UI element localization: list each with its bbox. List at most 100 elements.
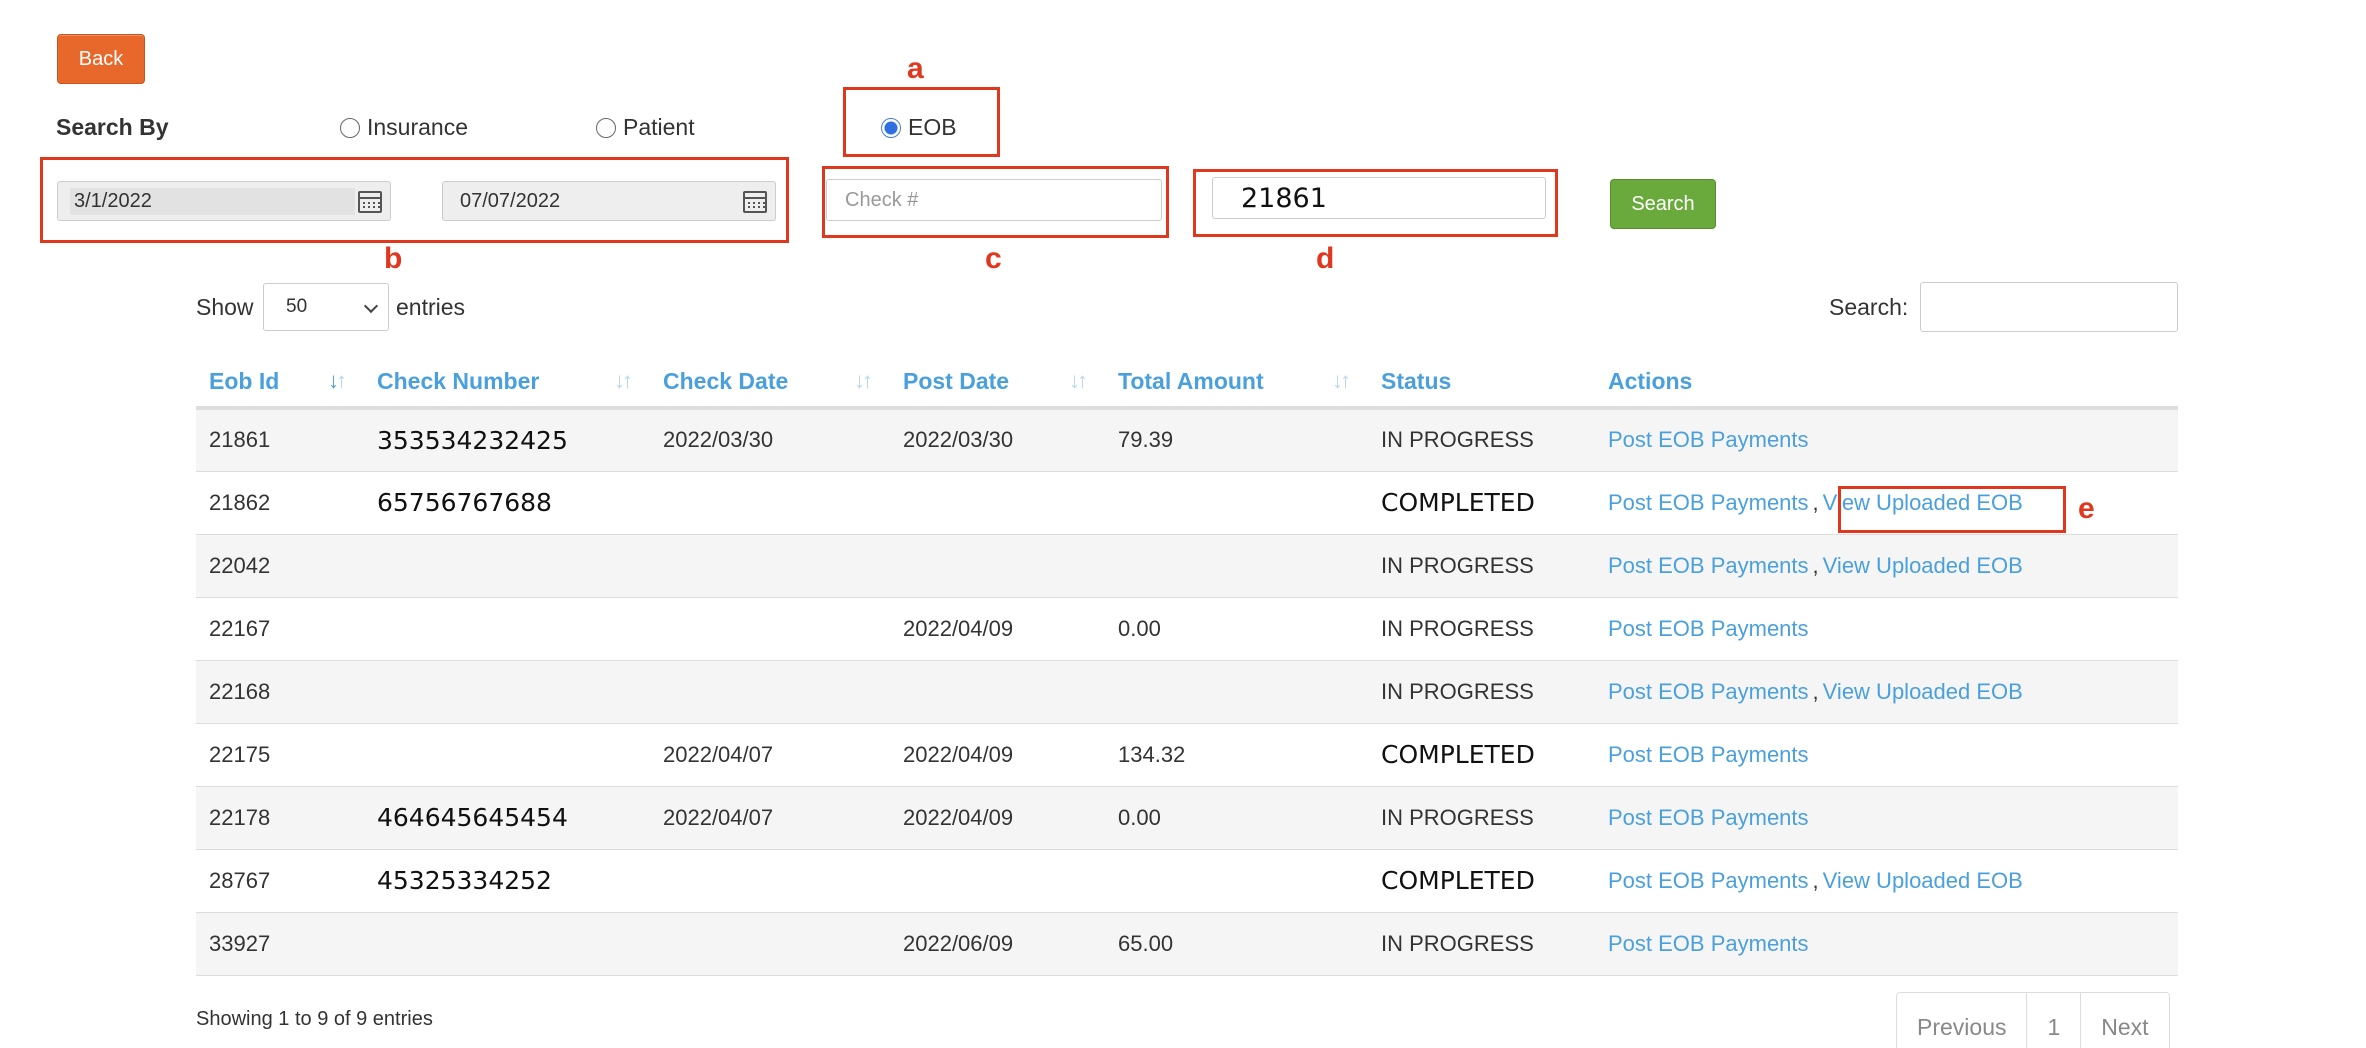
table-row: 22178 464645645454 2022/04/07 2022/04/09 0.0… xyxy=(196,786,2178,850)
cell-eob-id: 21861 xyxy=(196,408,364,472)
eob-table: Eob Id Check Number Check Date Post Date… xyxy=(196,356,2178,976)
status-value: IN PROGRESS xyxy=(1381,615,1534,641)
col-header-eob-id[interactable]: Eob Id xyxy=(196,356,364,410)
cell-total-amount xyxy=(1105,849,1368,913)
view-uploaded-eob-link[interactable]: View Uploaded EOB xyxy=(1823,553,2023,578)
cell-status: IN PROGRESS xyxy=(1368,660,1595,724)
table-row: 22175 2022/04/07 2022/04/09 134.32 COMPLETED… xyxy=(196,723,2178,787)
cell-total-amount: 79.39 xyxy=(1105,408,1368,472)
cell-actions: Post EOB Payments, View Uploaded EOB xyxy=(1595,660,2178,724)
cell-post-date xyxy=(890,660,1105,724)
cell-check-date: 2022/04/07 xyxy=(650,723,890,787)
cell-check-date: 2022/04/07 xyxy=(650,786,890,850)
sort-icon[interactable] xyxy=(854,368,876,394)
cell-post-date xyxy=(890,471,1105,535)
pagination: Previous 1 Next xyxy=(1896,992,2170,1048)
status-value: COMPLETED xyxy=(1381,488,1535,517)
cell-status: COMPLETED xyxy=(1368,471,1595,535)
table-row: 22168 IN PROGRESS Post EOB Payments, View U… xyxy=(196,660,2178,724)
post-eob-payments-link[interactable]: Post EOB Payments xyxy=(1608,868,1809,893)
cell-post-date: 2022/03/30 xyxy=(890,408,1105,472)
col-header-status: Status xyxy=(1368,356,1595,410)
post-eob-payments-link[interactable]: Post EOB Payments xyxy=(1608,616,1809,641)
post-eob-payments-link[interactable]: Post EOB Payments xyxy=(1608,490,1809,515)
radio-patient-circle[interactable] xyxy=(596,117,616,138)
pagination-page-1[interactable]: 1 xyxy=(2027,993,2082,1048)
cell-total-amount xyxy=(1105,660,1368,724)
table-search-input[interactable] xyxy=(1920,282,2178,332)
cell-check-date xyxy=(650,471,890,535)
annotation-box-c xyxy=(822,166,1169,238)
cell-check-number: 45325334252 xyxy=(364,849,650,913)
cell-actions: Post EOB Payments xyxy=(1595,597,2178,661)
sort-icon[interactable] xyxy=(614,368,636,394)
post-eob-payments-link[interactable]: Post EOB Payments xyxy=(1608,805,1809,830)
pagination-previous[interactable]: Previous xyxy=(1897,993,2028,1048)
cell-check-date xyxy=(650,849,890,913)
cell-post-date: 2022/04/09 xyxy=(890,786,1105,850)
cell-status: IN PROGRESS xyxy=(1368,408,1595,472)
cell-post-date: 2022/04/09 xyxy=(890,597,1105,661)
back-button[interactable]: Back xyxy=(57,34,145,84)
post-eob-payments-link[interactable]: Post EOB Payments xyxy=(1608,679,1809,704)
cell-eob-id: 22175 xyxy=(196,723,364,787)
view-uploaded-eob-link[interactable]: View Uploaded EOB xyxy=(1823,679,2023,704)
status-value: IN PROGRESS xyxy=(1381,552,1534,578)
pagination-next[interactable]: Next xyxy=(2081,993,2168,1048)
cell-status: IN PROGRESS xyxy=(1368,912,1595,976)
post-eob-payments-link[interactable]: Post EOB Payments xyxy=(1608,553,1809,578)
action-separator: , xyxy=(1812,678,1819,704)
cell-check-date xyxy=(650,912,890,976)
table-row: 22042 IN PROGRESS Post EOB Payments, View U… xyxy=(196,534,2178,598)
annotation-a: a xyxy=(907,52,924,85)
post-eob-payments-link[interactable]: Post EOB Payments xyxy=(1608,742,1809,767)
annotation-b: b xyxy=(384,242,403,275)
cell-total-amount: 134.32 xyxy=(1105,723,1368,787)
sort-icon[interactable] xyxy=(328,368,350,394)
cell-total-amount: 65.00 xyxy=(1105,912,1368,976)
annotation-box-a xyxy=(843,87,1000,157)
cell-check-number xyxy=(364,660,650,724)
radio-patient[interactable]: Patient xyxy=(596,114,695,141)
cell-actions: Post EOB Payments xyxy=(1595,408,2178,472)
cell-post-date xyxy=(890,534,1105,598)
cell-post-date: 2022/04/09 xyxy=(890,723,1105,787)
status-value: IN PROGRESS xyxy=(1381,427,1534,453)
search-button[interactable]: Search xyxy=(1610,179,1716,229)
entries-select-value: 50 xyxy=(286,296,308,317)
radio-insurance-circle[interactable] xyxy=(340,117,360,138)
table-row: 22167 2022/04/09 0.00 IN PROGRESS Post EOB P… xyxy=(196,597,2178,661)
cell-check-number: 464645645454 xyxy=(364,786,650,850)
cell-check-number: 353534232425 xyxy=(364,408,650,472)
action-separator: , xyxy=(1812,867,1819,893)
col-header-check-date[interactable]: Check Date xyxy=(650,356,890,410)
status-value: COMPLETED xyxy=(1381,866,1535,895)
cell-actions: Post EOB Payments, View Uploaded EOB xyxy=(1595,534,2178,598)
cell-actions: Post EOB Payments, View Uploaded EOB xyxy=(1595,849,2178,913)
radio-insurance-label: Insurance xyxy=(367,114,469,140)
view-uploaded-eob-link[interactable]: View Uploaded EOB xyxy=(1823,868,2023,893)
sort-icon[interactable] xyxy=(1069,368,1091,394)
cell-eob-id: 21862 xyxy=(196,471,364,535)
radio-insurance[interactable]: Insurance xyxy=(340,114,468,141)
col-header-post-date[interactable]: Post Date xyxy=(890,356,1105,410)
cell-post-date: 2022/06/09 xyxy=(890,912,1105,976)
annotation-box-e xyxy=(1838,486,2066,533)
table-row: 21861 353534232425 2022/03/30 2022/03/30 79.… xyxy=(196,408,2178,472)
cell-status: COMPLETED xyxy=(1368,723,1595,787)
cell-post-date xyxy=(890,849,1105,913)
annotation-box-b xyxy=(40,157,789,243)
cell-check-number xyxy=(364,597,650,661)
entries-label: entries xyxy=(396,294,466,320)
col-header-check-number[interactable]: Check Number xyxy=(364,356,650,410)
post-eob-payments-link[interactable]: Post EOB Payments xyxy=(1608,931,1809,956)
cell-check-number xyxy=(364,534,650,598)
entries-select[interactable]: 50 xyxy=(263,283,389,331)
check-number-value: 464645645454 xyxy=(377,803,568,832)
table-search-label: Search: xyxy=(1829,294,1909,320)
cell-actions: Post EOB Payments xyxy=(1595,723,2178,787)
col-header-total-amount[interactable]: Total Amount xyxy=(1105,356,1368,410)
action-separator: , xyxy=(1812,489,1819,515)
sort-icon[interactable] xyxy=(1332,368,1354,394)
post-eob-payments-link[interactable]: Post EOB Payments xyxy=(1608,427,1809,452)
